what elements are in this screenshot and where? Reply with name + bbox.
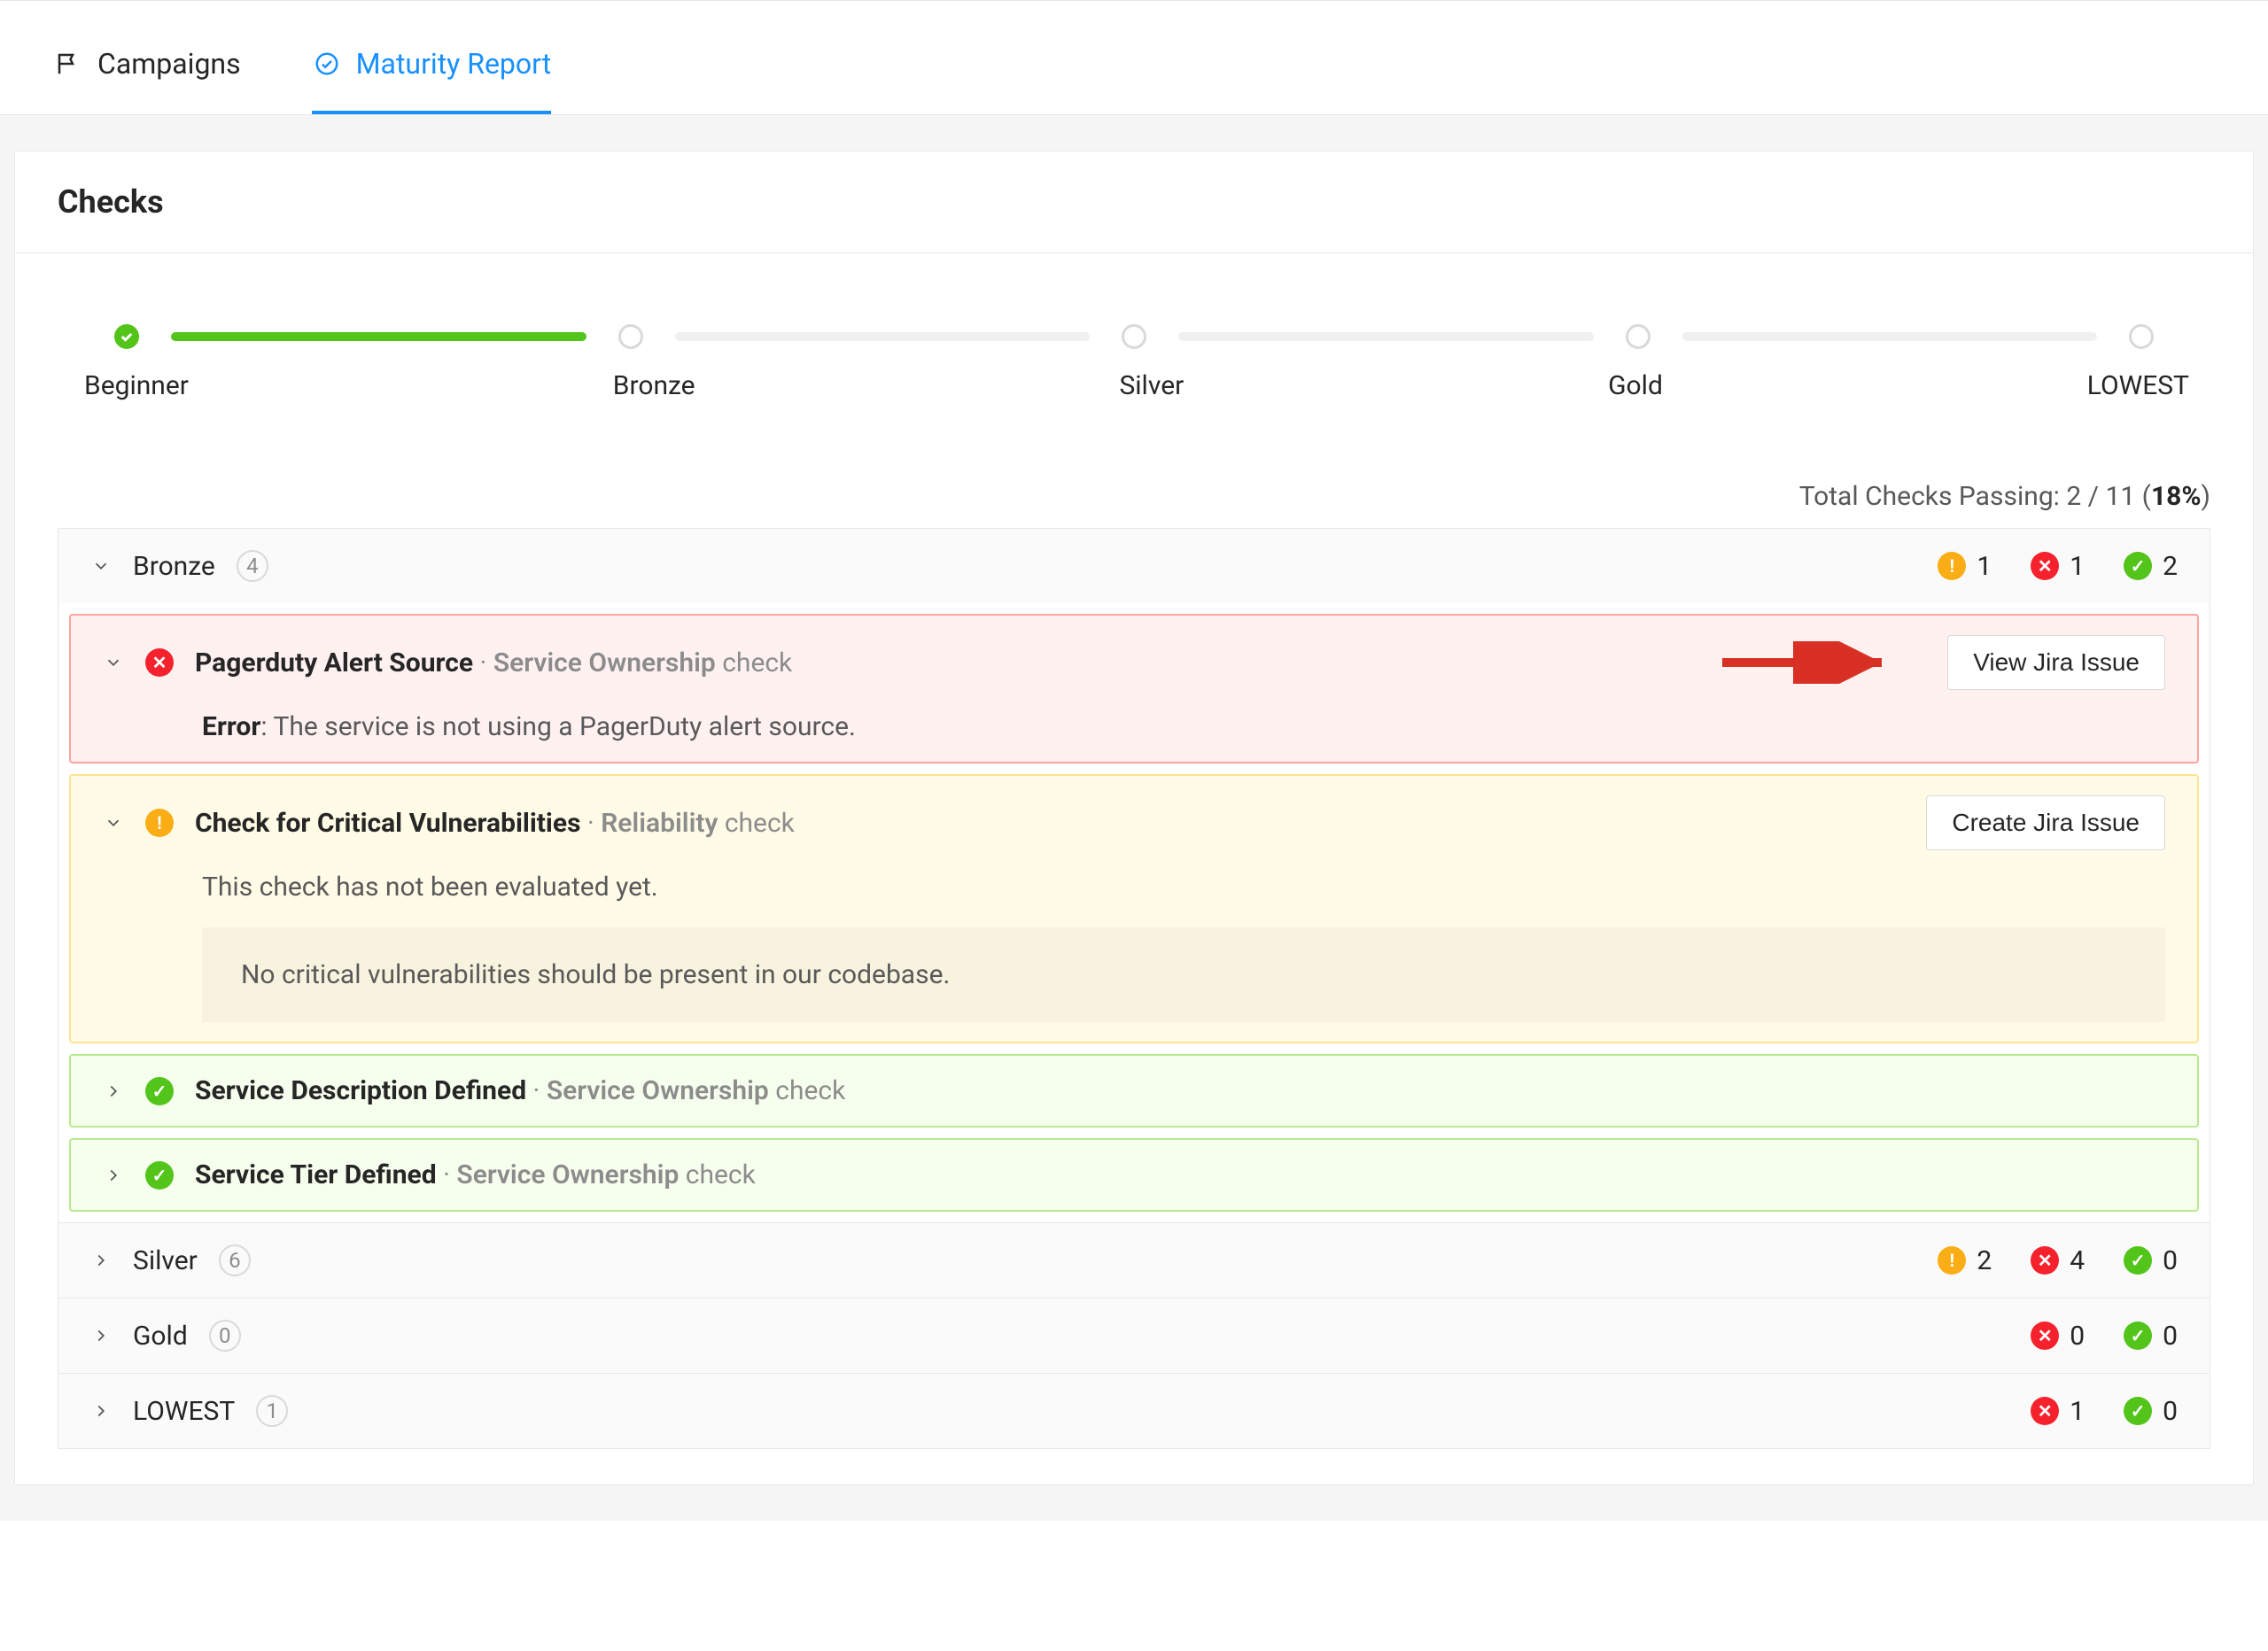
check-status-message: This check has not been evaluated yet.	[202, 872, 2165, 903]
check-service-tier: ✓ Service Tier Defined · Service Ownersh…	[69, 1138, 2199, 1212]
error-icon: ✕	[145, 648, 174, 677]
chevron-right-icon[interactable]	[103, 1166, 124, 1185]
step-segment	[675, 332, 1091, 341]
step-label: Beginner	[84, 370, 189, 401]
level-pass-stat: ✓0	[2124, 1245, 2178, 1276]
checks-card: Checks Beginner	[14, 151, 2254, 1485]
tab-maturity-label: Maturity Report	[356, 47, 552, 81]
check-circle-icon	[312, 49, 342, 79]
level-pass-stat: ✓0	[2124, 1321, 2178, 1352]
level-name: Gold	[133, 1321, 188, 1352]
level-bronze: Bronze 4 !1 ✕1 ✓2	[58, 529, 2210, 1222]
chevron-right-icon	[90, 1326, 112, 1345]
level-fail-stat: ✕1	[2031, 551, 2085, 582]
card-title: Checks	[15, 151, 2253, 253]
level-pass-stat: ✓2	[2124, 551, 2178, 582]
annotation-arrow-icon	[1722, 641, 1899, 684]
error-icon: ✕	[2031, 1322, 2059, 1350]
level-silver: Silver 6 !2 ✕4 ✓0	[58, 1222, 2210, 1298]
level-gold-header[interactable]: Gold 0 ✕0 ✓0	[58, 1298, 2210, 1373]
success-icon: ✓	[2124, 1397, 2152, 1425]
chevron-right-icon	[90, 1401, 112, 1421]
check-pagerduty: ✕ Pagerduty Alert Source · Service Owner…	[69, 614, 2199, 763]
step-segment	[1682, 332, 2098, 341]
success-icon: ✓	[2124, 1246, 2152, 1275]
check-description: No critical vulnerabilities should be pr…	[202, 927, 2165, 1022]
level-lowest-header[interactable]: LOWEST 1 ✕1 ✓0	[58, 1374, 2210, 1448]
level-name: Bronze	[133, 551, 215, 582]
chevron-down-icon	[90, 556, 112, 576]
chevron-right-icon	[90, 1251, 112, 1270]
warning-icon: !	[145, 809, 174, 837]
success-icon: ✓	[145, 1161, 174, 1190]
step-label: Silver	[1119, 370, 1184, 401]
chevron-down-icon[interactable]	[103, 813, 124, 833]
tab-campaigns-label: Campaigns	[97, 47, 241, 81]
step-segment	[171, 332, 586, 341]
warning-icon: !	[1938, 552, 1966, 580]
check-service-description: ✓ Service Description Defined · Service …	[69, 1054, 2199, 1128]
level-gold: Gold 0 ✕0 ✓0	[58, 1298, 2210, 1373]
level-list: Bronze 4 !1 ✕1 ✓2	[58, 528, 2210, 1449]
step-node-gold	[1626, 324, 1651, 349]
step-node-bronze	[618, 324, 643, 349]
level-count-badge: 0	[209, 1320, 241, 1352]
step-node-lowest	[2129, 324, 2154, 349]
maturity-progress: Beginner Bronze Silver Gold LOWEST	[114, 324, 2154, 401]
level-silver-header[interactable]: Silver 6 !2 ✕4 ✓0	[58, 1223, 2210, 1298]
step-segment	[1178, 332, 1594, 341]
step-node-beginner	[114, 324, 139, 349]
step-label: LOWEST	[2087, 370, 2189, 401]
level-fail-stat: ✕1	[2031, 1396, 2085, 1427]
step-node-silver	[1122, 324, 1146, 349]
check-vulnerabilities: ! Check for Critical Vulnerabilities · R…	[69, 774, 2199, 1043]
level-warn-stat: !2	[1938, 1245, 1992, 1276]
chevron-right-icon[interactable]	[103, 1081, 124, 1101]
level-lowest: LOWEST 1 ✕1 ✓0	[58, 1373, 2210, 1448]
step-label: Gold	[1608, 370, 1663, 401]
success-icon: ✓	[2124, 552, 2152, 580]
check-title: Pagerduty Alert Source · Service Ownersh…	[195, 647, 792, 678]
error-icon: ✕	[2031, 1397, 2059, 1425]
check-title: Service Tier Defined · Service Ownership…	[195, 1159, 756, 1190]
view-jira-issue-button[interactable]: View Jira Issue	[1947, 635, 2165, 690]
level-count-badge: 1	[256, 1395, 288, 1427]
create-jira-issue-button[interactable]: Create Jira Issue	[1926, 795, 2165, 850]
total-checks-passing: Total Checks Passing: 2 / 11 (18%)	[58, 481, 2210, 512]
check-title: Check for Critical Vulnerabilities · Rel…	[195, 808, 795, 839]
level-name: LOWEST	[133, 1396, 235, 1427]
success-icon: ✓	[145, 1077, 174, 1105]
success-icon: ✓	[2124, 1322, 2152, 1350]
check-title: Service Description Defined · Service Ow…	[195, 1075, 845, 1106]
level-fail-stat: ✕0	[2031, 1321, 2085, 1352]
warning-icon: !	[1938, 1246, 1966, 1275]
tab-campaigns[interactable]: Campaigns	[53, 12, 241, 114]
error-icon: ✕	[2031, 552, 2059, 580]
step-label: Bronze	[613, 370, 695, 401]
error-icon: ✕	[2031, 1246, 2059, 1275]
level-name: Silver	[133, 1245, 198, 1276]
level-fail-stat: ✕4	[2031, 1245, 2085, 1276]
flag-icon	[53, 49, 83, 79]
chevron-down-icon[interactable]	[103, 653, 124, 672]
level-warn-stat: !1	[1938, 551, 1992, 582]
level-count-badge: 4	[237, 550, 268, 582]
check-error-message: Error: The service is not using a PagerD…	[202, 711, 2165, 742]
level-pass-stat: ✓0	[2124, 1396, 2178, 1427]
level-bronze-header[interactable]: Bronze 4 !1 ✕1 ✓2	[58, 529, 2210, 603]
level-count-badge: 6	[219, 1244, 251, 1276]
tab-maturity-report[interactable]: Maturity Report	[312, 12, 552, 114]
